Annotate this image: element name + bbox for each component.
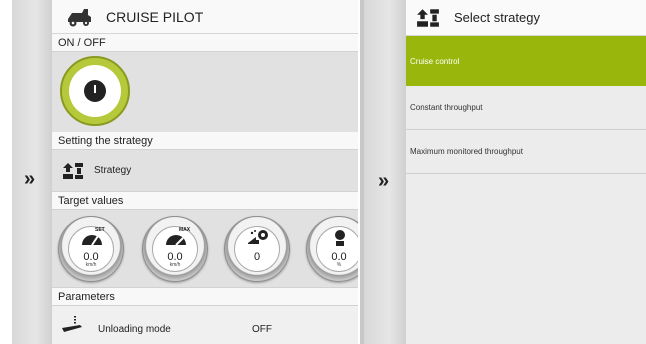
target-speed-max-gauge[interactable]: MAX 0.0 km/h xyxy=(142,216,208,282)
gauge-unit: km/h xyxy=(169,262,181,268)
gauge-unit: % xyxy=(336,262,342,268)
loss-icon xyxy=(335,230,345,246)
parameters-heading: Parameters xyxy=(52,288,358,306)
expand-chevron-icon[interactable]: » xyxy=(378,170,389,193)
expand-chevron-icon[interactable]: » xyxy=(24,168,35,191)
panel-title: CRUISE PILOT xyxy=(106,8,204,25)
middle-expand-strip[interactable]: » xyxy=(360,0,406,344)
power-button-inner xyxy=(69,65,121,117)
strategy-button[interactable]: Strategy xyxy=(52,150,358,192)
gauge-tag: SET xyxy=(95,227,105,233)
strategy-label: Strategy xyxy=(94,165,132,176)
setting-strategy-heading: Setting the strategy xyxy=(52,132,358,150)
strategy-option-cruise-control[interactable]: Cruise control xyxy=(406,36,646,86)
on-off-area xyxy=(52,52,358,132)
cruise-pilot-title-bar: CRUISE PILOT xyxy=(52,0,358,34)
unloading-mode-label: Unloading mode xyxy=(98,324,171,335)
strategy-option-constant-throughput[interactable]: Constant throughput xyxy=(406,86,646,130)
left-expand-strip[interactable]: » xyxy=(12,0,52,344)
power-icon xyxy=(84,80,106,102)
throughput-icon xyxy=(248,230,268,244)
target-speed-set-gauge[interactable]: SET 0.0 km/h xyxy=(58,216,124,282)
gauge-tag: MAX xyxy=(179,227,191,233)
target-throughput-gauge[interactable]: 0 xyxy=(224,216,290,282)
unloading-mode-value: OFF xyxy=(252,324,272,335)
panel-title: Select strategy xyxy=(454,10,540,25)
power-toggle-button[interactable] xyxy=(60,56,130,126)
gauge-unit: km/h xyxy=(85,262,97,268)
select-strategy-panel: Select strategy Cruise control Constant … xyxy=(406,0,646,344)
unloading-auger-icon xyxy=(62,316,82,332)
strategy-icon xyxy=(417,8,439,27)
on-off-heading: ON / OFF xyxy=(52,34,358,52)
strategy-option-maximum-monitored-throughput[interactable]: Maximum monitored throughput xyxy=(406,130,646,174)
target-values-heading: Target values xyxy=(52,192,358,210)
gauge-value: 0 xyxy=(253,251,261,263)
harvester-icon xyxy=(68,8,91,26)
cruise-pilot-panel: CRUISE PILOT ON / OFF Setting the strate… xyxy=(52,0,358,344)
select-strategy-title-bar: Select strategy xyxy=(406,0,646,36)
target-values-area: SET 0.0 km/h MAX 0.0 km/h 0 0.0 % xyxy=(52,210,358,288)
target-loss-gauge[interactable]: 0.0 % xyxy=(306,216,358,282)
unloading-mode-row[interactable]: Unloading mode OFF xyxy=(52,306,358,344)
strategy-icon xyxy=(63,162,83,179)
